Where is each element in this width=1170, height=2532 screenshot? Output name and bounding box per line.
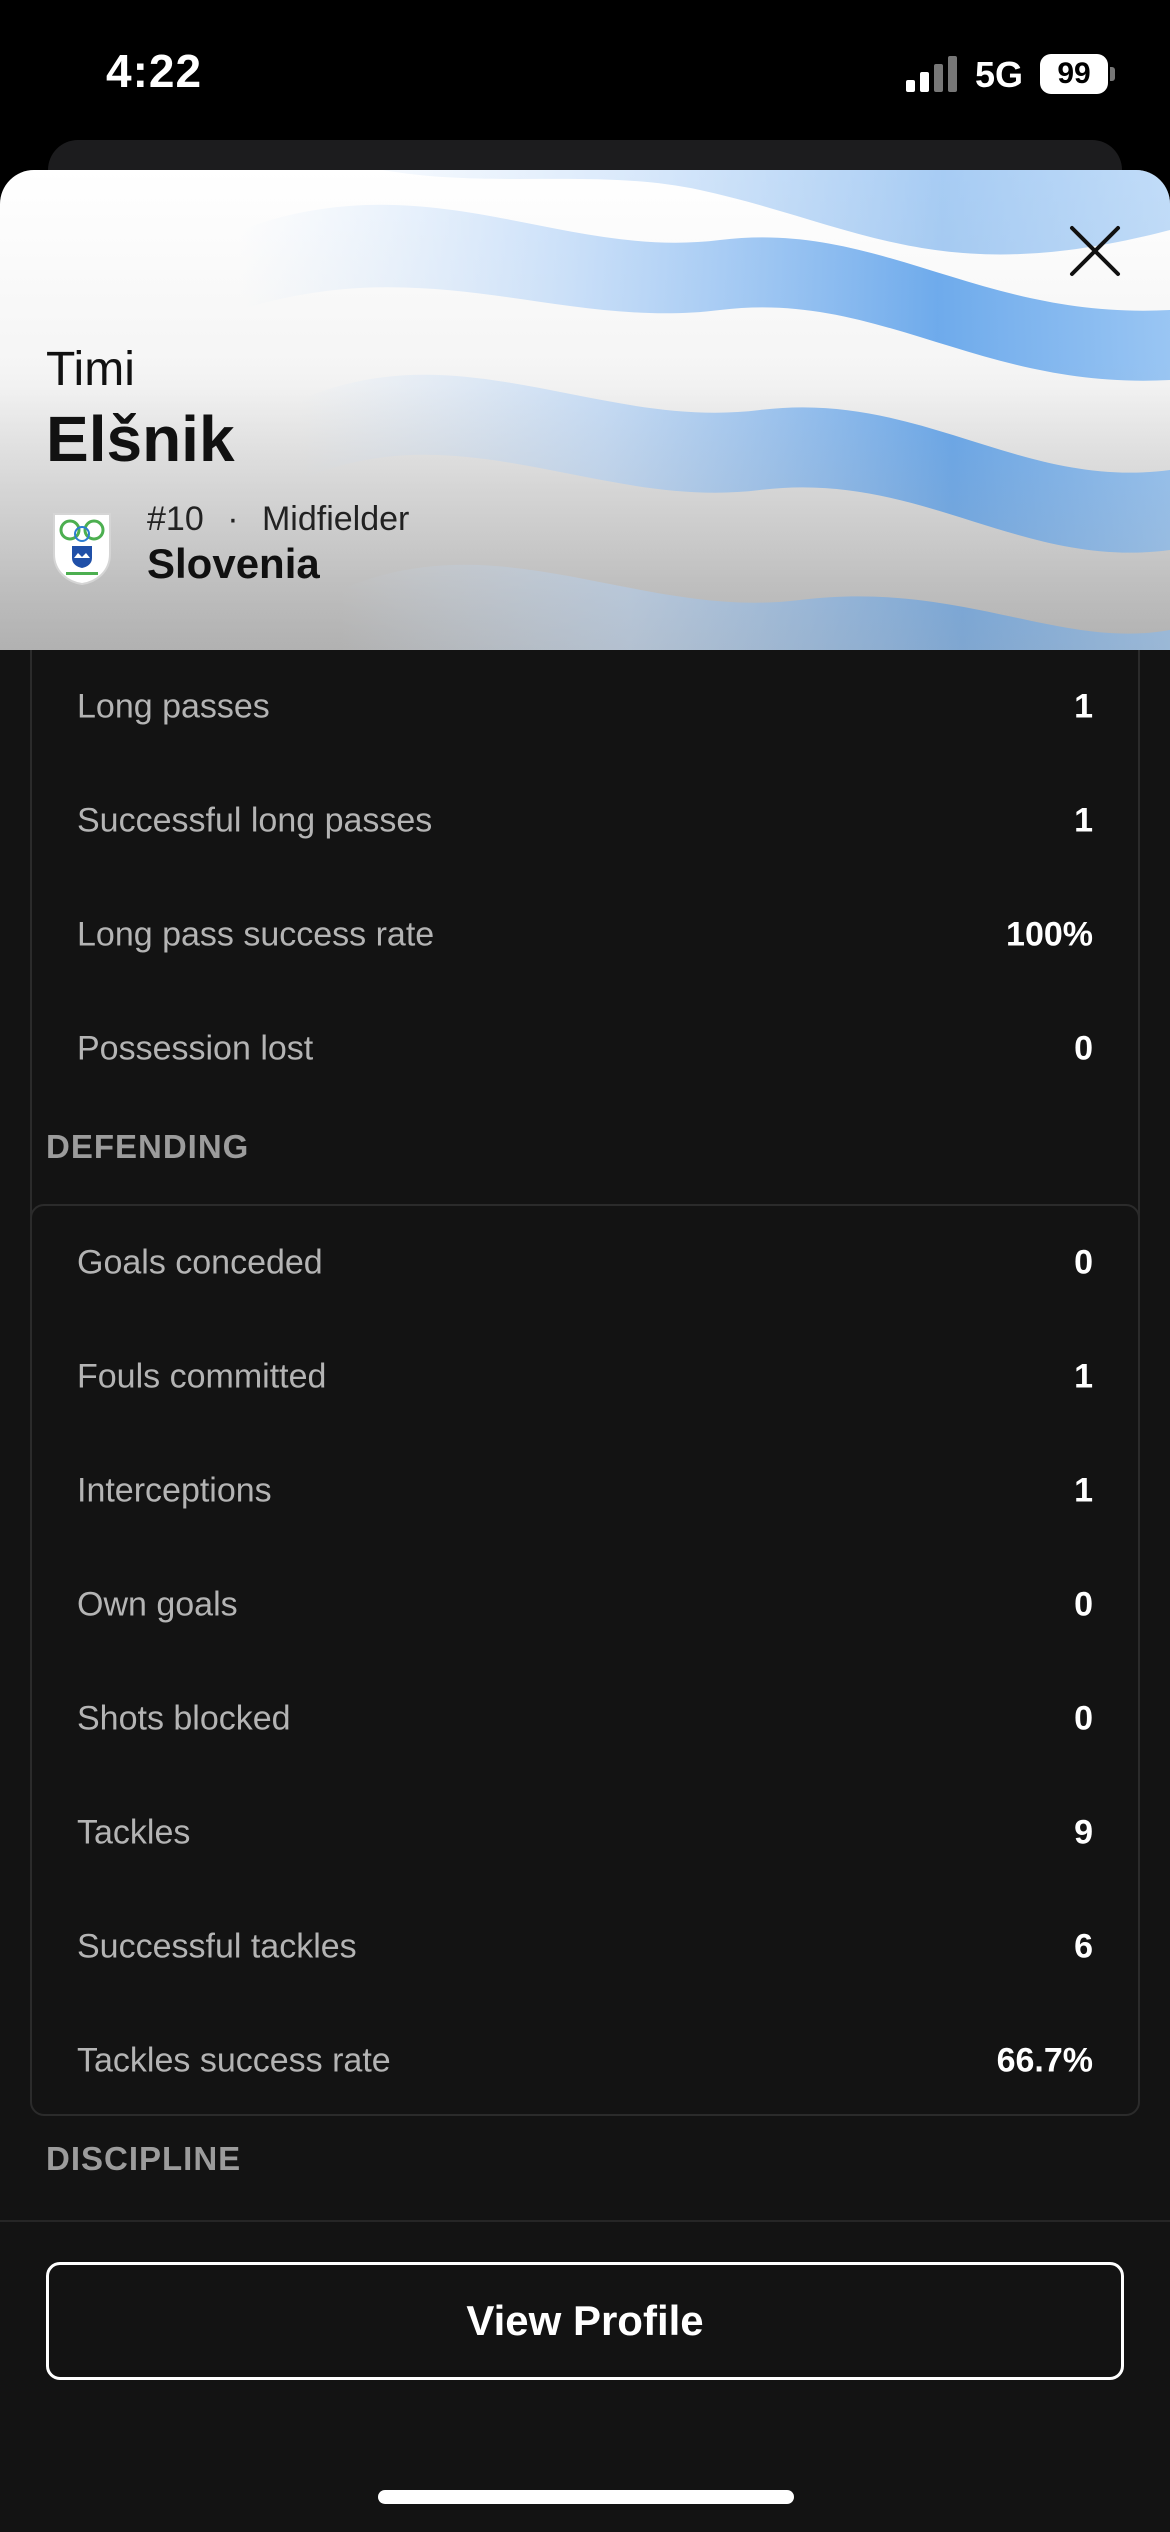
stat-row: Long pass success rate 100% — [32, 878, 1138, 992]
close-icon — [1070, 226, 1120, 276]
stat-row: Own goals 0 — [32, 1548, 1138, 1662]
stat-value: 0 — [1074, 1029, 1093, 1068]
stat-row: Shots blocked 0 — [32, 1662, 1138, 1776]
status-bar: 4:22 5G 99 — [0, 0, 1170, 150]
status-time: 4:22 — [106, 45, 203, 97]
view-profile-button[interactable]: View Profile — [46, 2262, 1124, 2380]
stat-value: 1 — [1074, 801, 1093, 840]
stat-label: Tackles — [77, 1813, 191, 1852]
stat-label: Long pass success rate — [77, 915, 435, 954]
stat-row: Successful long passes 1 — [32, 764, 1138, 878]
close-button[interactable] — [1060, 216, 1130, 286]
stat-row: Interceptions 1 — [32, 1434, 1138, 1548]
network-label: 5G — [975, 54, 1024, 95]
player-header: Timi Elšnik #10 · Midfielder Slovenia — [0, 170, 1170, 650]
stat-label: Own goals — [77, 1585, 238, 1624]
player-position: Midfielder — [261, 500, 410, 538]
player-stats-sheet: Timi Elšnik #10 · Midfielder Slovenia Lo… — [0, 170, 1170, 2532]
stat-value: 9 — [1074, 1813, 1093, 1852]
player-meta: #10 · Midfielder — [147, 500, 409, 539]
defending-stats-card: Goals conceded 0 Fouls committed 1 Inter… — [30, 1204, 1140, 2116]
stat-value: 6 — [1074, 1927, 1093, 1966]
screen: 4:22 5G 99 Timi Elšnik #10 · Midfielder … — [0, 0, 1170, 2532]
stat-value: 0 — [1074, 1243, 1093, 1282]
stat-value: 0 — [1074, 1585, 1093, 1624]
stat-value: 1 — [1074, 687, 1093, 726]
player-team: Slovenia — [147, 540, 320, 587]
stat-row: Long passes 1 — [32, 650, 1138, 764]
player-first-name: Timi — [46, 343, 135, 396]
stat-label: Tackles success rate — [77, 2041, 391, 2080]
stat-label: Successful long passes — [77, 801, 433, 840]
stat-value: 66.7% — [996, 2041, 1093, 2080]
stat-label: Long passes — [77, 687, 270, 726]
section-title-discipline: DISCIPLINE — [46, 2140, 242, 2177]
meta-separator: · — [227, 500, 239, 538]
player-last-name: Elšnik — [46, 403, 235, 475]
battery-icon: 99 — [1040, 54, 1108, 94]
stat-row: Successful tackles 6 — [32, 1890, 1138, 2004]
stat-label: Interceptions — [77, 1471, 272, 1510]
stat-label: Successful tackles — [77, 1927, 357, 1966]
stat-row: Fouls committed 1 — [32, 1320, 1138, 1434]
battery-tip — [1110, 67, 1115, 81]
stat-label: Goals conceded — [77, 1243, 323, 1282]
passing-stats-card: Long passes 1 Successful long passes 1 L… — [30, 650, 1140, 1262]
stat-value: 1 — [1074, 1471, 1093, 1510]
signal-icon — [906, 56, 958, 92]
player-number: #10 — [147, 500, 204, 538]
stat-label: Shots blocked — [77, 1699, 291, 1738]
stat-value: 0 — [1074, 1699, 1093, 1738]
team-crest-icon — [53, 513, 111, 586]
stat-row: Possession lost 0 — [32, 992, 1138, 1106]
bottom-action-bar: View Profile — [0, 2220, 1170, 2532]
stat-row: Goals conceded 0 — [32, 1206, 1138, 1320]
stat-value: 100% — [1006, 915, 1093, 954]
stats-scroll-area[interactable]: Long passes 1 Successful long passes 1 L… — [0, 650, 1170, 2390]
stat-label: Possession lost — [77, 1029, 314, 1068]
stat-label: Fouls committed — [77, 1357, 327, 1396]
stat-row: Tackles success rate 66.7% — [32, 2004, 1138, 2118]
home-indicator[interactable] — [378, 2490, 794, 2504]
stat-row: Tackles 9 — [32, 1776, 1138, 1890]
stat-value: 1 — [1074, 1357, 1093, 1396]
section-title-defending: DEFENDING — [46, 1128, 250, 1165]
